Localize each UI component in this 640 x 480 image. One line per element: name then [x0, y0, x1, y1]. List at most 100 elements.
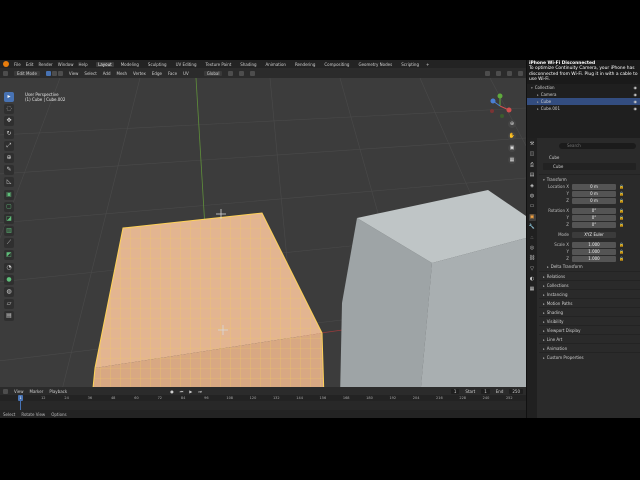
hand-pan-icon[interactable]: ✋ [508, 132, 516, 140]
loop-cut-icon[interactable]: ▥ [4, 226, 14, 237]
edge-select-icon[interactable] [51, 70, 57, 76]
inset-icon[interactable]: ▢ [4, 201, 14, 212]
tab-sculpting[interactable]: Sculpting [146, 62, 169, 67]
lock-icon[interactable]: 🔒 [619, 249, 624, 254]
poly-build-icon[interactable]: ◩ [4, 250, 14, 261]
lock-icon[interactable]: 🔒 [619, 222, 624, 227]
3d-viewport[interactable]: User Perspective (1) Cube | Cube.002 ▸ ◌… [0, 78, 526, 398]
lock-icon[interactable]: 🔒 [619, 191, 624, 196]
rip-icon[interactable]: ▤ [4, 311, 14, 322]
jump-start-icon[interactable]: ⏮ [180, 389, 184, 394]
lock-icon[interactable]: 🔒 [619, 208, 624, 213]
object-tab-icon[interactable]: ▣ [528, 213, 536, 221]
timeline-ruler[interactable]: 1 12 24 36 48 60 72 84 96 108 120 132 144 156 168 180 19… [0, 395, 526, 401]
delta-transform-header[interactable]: ▸ Delta Transform [539, 262, 640, 271]
rotation-mode-dropdown[interactable]: XYZ Euler [572, 231, 616, 238]
scene-tab-icon[interactable]: ◈ [529, 183, 536, 190]
outliner-item-cube[interactable]: ▸ Cube ◉ [527, 98, 640, 105]
blender-logo-icon[interactable] [3, 61, 9, 67]
scale-x-field[interactable]: 1.000 [572, 241, 616, 248]
jump-end-icon[interactable]: ⏭ [198, 389, 202, 394]
tab-geometry-nodes[interactable]: Geometry Nodes [356, 62, 394, 67]
circle-select-icon[interactable]: ◌ [4, 104, 14, 115]
zoom-icon[interactable]: ⊕ [508, 120, 516, 128]
smooth-icon[interactable]: ● [4, 274, 14, 285]
shading-material-icon[interactable] [518, 70, 523, 76]
pivot-icon[interactable] [228, 70, 234, 76]
physics-tab-icon[interactable]: ◎ [529, 245, 536, 252]
record-icon[interactable]: ● [170, 389, 174, 394]
material-tab-icon[interactable]: ◐ [529, 276, 536, 283]
lock-icon[interactable]: 🔒 [619, 184, 624, 189]
lock-icon[interactable]: 🔒 [619, 256, 624, 261]
add-workspace-icon[interactable]: + [426, 62, 429, 67]
editor-type-icon[interactable] [3, 70, 8, 76]
tab-modeling[interactable]: Modeling [119, 62, 141, 67]
rotation-z-field[interactable]: 0° [572, 221, 616, 228]
lock-icon[interactable]: 🔒 [619, 198, 624, 203]
mode-dropdown[interactable]: Edit Mode [14, 70, 40, 76]
section-viewport-display[interactable]: ▸ Viewport Display [539, 325, 640, 334]
overlays-icon[interactable] [485, 70, 490, 76]
collection-tab-icon[interactable]: ▭ [529, 203, 536, 210]
object-name-field[interactable]: Cube [543, 163, 636, 170]
output-tab-icon[interactable]: ⎙ [529, 162, 536, 169]
expand-arrow-icon[interactable]: ▾ [531, 86, 533, 90]
timeline-menu-view[interactable]: View [14, 389, 24, 394]
wifi-notification[interactable]: iPhone Wi-Fi Disconnected To optimize Co… [527, 60, 640, 84]
proportional-edit-icon[interactable] [250, 70, 256, 76]
camera-view-icon[interactable]: ▣ [508, 144, 516, 152]
shrink-icon[interactable]: ◍ [4, 287, 14, 297]
location-y-field[interactable]: 0 m [572, 190, 616, 197]
shading-solid-icon[interactable] [507, 70, 512, 76]
menu-view[interactable]: View [69, 71, 79, 76]
particles-tab-icon[interactable]: ∴ [529, 235, 536, 242]
shear-icon[interactable]: ▱ [4, 299, 14, 310]
visibility-eye-icon[interactable]: ◉ [634, 99, 638, 104]
location-x-field[interactable]: 0 m [572, 183, 616, 190]
menu-edit[interactable]: Edit [26, 62, 34, 67]
spin-icon[interactable]: ◔ [4, 262, 14, 273]
current-frame-field[interactable]: 1 [450, 388, 460, 394]
timeline-menu-playback[interactable]: Playback [49, 389, 67, 394]
start-frame-field[interactable]: 1 [481, 388, 490, 394]
transform-orientation-dropdown[interactable]: Global [203, 70, 223, 76]
snap-icon[interactable] [239, 70, 245, 76]
menu-select[interactable]: Select [84, 71, 96, 76]
rotation-y-field[interactable]: 0° [572, 214, 616, 221]
outliner-collection[interactable]: ▾ Collection ◉ [527, 84, 640, 91]
world-tab-icon[interactable]: ◍ [529, 193, 536, 200]
outliner-item-camera[interactable]: ▸ Camera ◉ [527, 91, 640, 98]
xray-icon[interactable] [496, 70, 501, 76]
end-frame-field[interactable]: 250 [509, 388, 523, 394]
extrude-icon[interactable]: ▣ [4, 189, 14, 200]
tab-scripting[interactable]: Scripting [399, 62, 421, 67]
menu-window[interactable]: Window [58, 62, 74, 67]
bevel-icon[interactable]: ◪ [4, 213, 14, 224]
move-icon[interactable]: ✥ [4, 116, 14, 127]
location-z-field[interactable]: 0 m [572, 197, 616, 204]
tab-layout[interactable]: Layout [96, 61, 114, 67]
data-tab-icon[interactable]: ▽ [529, 266, 536, 273]
transform-icon[interactable]: ⊕ [4, 152, 14, 163]
transform-panel-header[interactable]: ▾ Transform [539, 174, 640, 183]
outliner-item-cube-001[interactable]: ▸ Cube.001 ◉ [527, 105, 640, 112]
menu-render[interactable]: Render [38, 62, 52, 67]
texture-tab-icon[interactable]: ▦ [529, 286, 536, 293]
section-motion-paths[interactable]: ▸ Motion Paths [539, 298, 640, 307]
lock-icon[interactable]: 🔒 [619, 242, 624, 247]
play-icon[interactable]: ▶ [189, 389, 192, 394]
tab-shading[interactable]: Shading [238, 62, 258, 67]
section-animation[interactable]: ▸ Animation [539, 343, 640, 352]
section-visibility[interactable]: ▸ Visibility [539, 316, 640, 325]
section-custom-properties[interactable]: ▸ Custom Properties [539, 352, 640, 361]
face-select-icon[interactable] [57, 70, 63, 76]
tab-uv-editing[interactable]: UV Editing [174, 62, 199, 67]
menu-vertex[interactable]: Vertex [133, 71, 146, 76]
menu-help[interactable]: Help [78, 62, 87, 67]
cursor-icon[interactable]: ▸ [4, 92, 14, 102]
section-instancing[interactable]: ▸ Instancing [539, 289, 640, 298]
scale-z-field[interactable]: 1.000 [572, 255, 616, 262]
tab-texture-paint[interactable]: Texture Paint [203, 62, 233, 67]
section-line-art[interactable]: ▸ Line Art [539, 334, 640, 343]
